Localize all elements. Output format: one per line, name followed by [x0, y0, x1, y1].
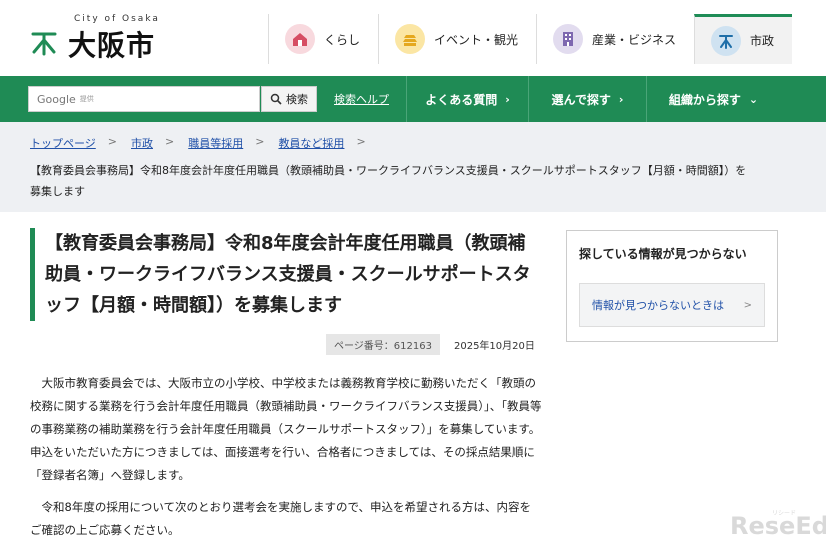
- nav-org[interactable]: 組織から探す ⌄: [646, 76, 780, 122]
- not-found-help-link[interactable]: 情報が見つからないときは >: [579, 283, 765, 327]
- chevron-right-icon: >: [743, 299, 752, 311]
- breadcrumb-separator-icon: >: [165, 135, 175, 148]
- chevron-right-icon: ›: [505, 92, 510, 106]
- tab-business[interactable]: 産業・ビジネス: [536, 14, 694, 64]
- page-title-block: 【教育委員会事務局】令和8年度会計年度任用職員（教頭補助員・ワークライフバランス…: [30, 228, 540, 321]
- nav-choose-label: 選んで探す: [551, 92, 611, 107]
- breadcrumb-item-top[interactable]: トップページ: [30, 135, 96, 151]
- breadcrumb-separator-icon: >: [356, 135, 366, 148]
- city-emblem-icon: [711, 25, 742, 56]
- tab-kurashi[interactable]: くらし: [268, 14, 378, 64]
- chevron-down-icon: ⌄: [748, 92, 759, 106]
- search-button[interactable]: 検索: [261, 86, 317, 112]
- castle-icon: [395, 24, 426, 54]
- breadcrumb-item-teacher[interactable]: 教員など採用: [278, 135, 344, 151]
- category-tabs: くらし イベント・観光 産業・ビジネス 市政: [268, 14, 793, 64]
- article-body: 大阪市教育委員会では、大阪市立の小学校、中学校または義務教育学校に勤務いただく「…: [30, 372, 542, 544]
- building-icon: [553, 24, 584, 54]
- page-meta: ページ番号：612163 2025年10月20日: [326, 334, 535, 355]
- chevron-right-icon: ›: [618, 92, 624, 106]
- tab-event-label: イベント・観光: [434, 32, 519, 47]
- breadcrumb-current: 【教育委員会事務局】令和8年度会計年度任用職員（教頭補助員・ワークライフバランス…: [30, 164, 747, 198]
- global-nav-bar: Google 提供 検索 検索ヘルプ よくある質問 › 選んで探す › 組織から…: [0, 76, 826, 122]
- not-found-help-label: 情報が見つからないときは: [592, 299, 724, 312]
- tab-business-label: 産業・ビジネス: [592, 32, 677, 47]
- breadcrumb-separator-icon: >: [255, 135, 265, 148]
- page-title: 【教育委員会事務局】令和8年度会計年度任用職員（教頭補助員・ワークライフバランス…: [45, 233, 531, 316]
- body-paragraph: 令和8年度の採用について次のとおり選考会を実施しますので、申込を希望される方は、…: [30, 500, 532, 537]
- logo-name-text: 大阪市: [68, 29, 156, 62]
- tab-kurashi-label: くらし: [324, 32, 361, 47]
- breadcrumb-item-recruit[interactable]: 職員等採用: [188, 135, 243, 151]
- house-icon: [285, 24, 315, 54]
- update-date: 2025年10月20日: [453, 341, 535, 352]
- search-placeholder-suffix: 提供: [79, 95, 94, 103]
- watermark-main-text: ReseEd: [730, 512, 826, 540]
- breadcrumb-item-shisei[interactable]: 市政: [131, 135, 153, 151]
- tab-event[interactable]: イベント・観光: [378, 14, 536, 64]
- body-paragraph: 大阪市教育委員会では、大阪市立の小学校、中学校または義務教育学校に勤務いただく「…: [30, 376, 542, 482]
- search-input[interactable]: Google 提供: [28, 86, 260, 112]
- nav-faq-label: よくある質問: [425, 92, 498, 107]
- osaka-city-logo[interactable]: City of Osaka 大阪市: [30, 14, 180, 64]
- reseed-watermark: リシード ReseEd: [730, 508, 826, 542]
- logo-city-text: City of Osaka: [74, 14, 160, 24]
- sidebar-not-found-box: 探している情報が見つからない 情報が見つからないときは >: [566, 230, 778, 342]
- site-header: City of Osaka 大阪市 くらし イベント・観光 産業・ビジネス 市政: [0, 0, 826, 76]
- nav-faq[interactable]: よくある質問 ›: [406, 76, 528, 122]
- search-help-link[interactable]: 検索ヘルプ: [334, 91, 389, 107]
- search-placeholder-brand: Google: [37, 92, 76, 106]
- tab-shisei-label: 市政: [750, 34, 775, 48]
- breadcrumb-separator-icon: >: [107, 135, 117, 148]
- search-icon: [270, 93, 282, 105]
- page-number: ページ番号：612163: [326, 334, 440, 355]
- nav-choose[interactable]: 選んで探す ›: [528, 76, 646, 122]
- sidebar-title: 探している情報が見つからない: [579, 247, 747, 261]
- tab-shisei[interactable]: 市政: [694, 14, 793, 64]
- search-button-label: 検索: [286, 93, 308, 106]
- breadcrumb-links: トップページ > 市政 > 職員等採用 > 教員など採用 >: [30, 135, 380, 151]
- osaka-emblem-icon: [31, 32, 57, 56]
- breadcrumb: トップページ > 市政 > 職員等採用 > 教員など採用 > 【教育委員会事務局…: [0, 122, 826, 212]
- nav-org-label: 組織から探す: [668, 92, 741, 107]
